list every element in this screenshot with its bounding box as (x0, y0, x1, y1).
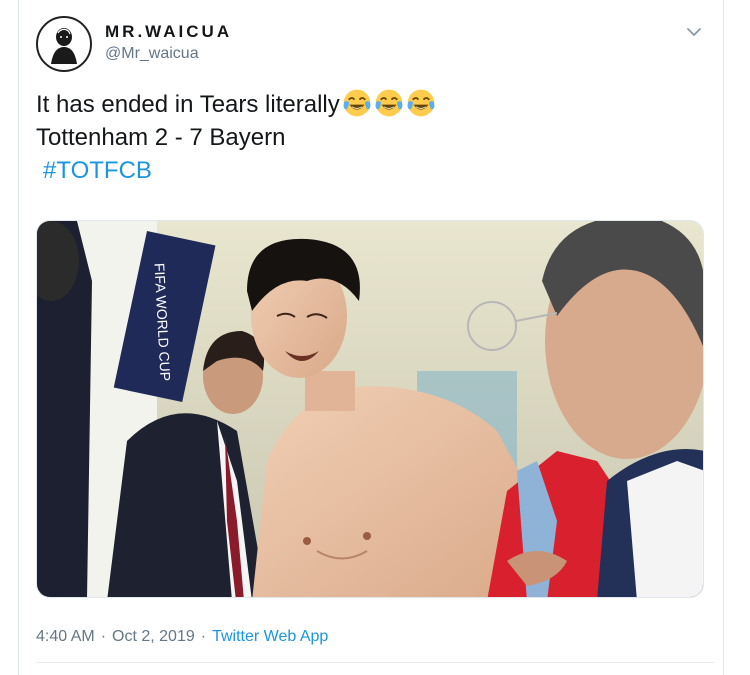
tweet-meta: 4:40 AM · Oct 2, 2019 · Twitter Web App (36, 628, 328, 646)
tweet-line-1-text: It has ended in Tears literally (36, 91, 340, 118)
tweet-text: It has ended in Tears literally Tottenha… (36, 88, 696, 187)
source-link[interactable]: Twitter Web App (212, 628, 328, 645)
tweet-photo[interactable]: FIFA WORLD CUP (36, 220, 704, 598)
hashtag-link[interactable]: #TOTFCB (36, 157, 152, 184)
avatar[interactable] (36, 16, 92, 72)
tears-of-joy-emoji-icon (343, 89, 371, 117)
display-name[interactable]: MR.WAICUA (105, 22, 232, 42)
locker-room-photo: FIFA WORLD CUP (37, 221, 703, 597)
avatar-portrait-icon (39, 19, 89, 69)
meta-separator: · (100, 628, 107, 645)
tweet-line-2: Tottenham 2 - 7 Bayern (36, 124, 286, 151)
divider (36, 662, 714, 663)
tweet-line-1: It has ended in Tears literally (36, 88, 696, 121)
tweet-date[interactable]: Oct 2, 2019 (112, 628, 195, 645)
meta-separator: · (200, 628, 207, 645)
tears-of-joy-emoji-icon (375, 89, 403, 117)
user-handle[interactable]: @Mr_waicua (105, 45, 199, 63)
chevron-down-icon[interactable] (684, 22, 704, 42)
tweet-time[interactable]: 4:40 AM (36, 628, 95, 645)
tears-of-joy-emoji-icon (407, 89, 435, 117)
